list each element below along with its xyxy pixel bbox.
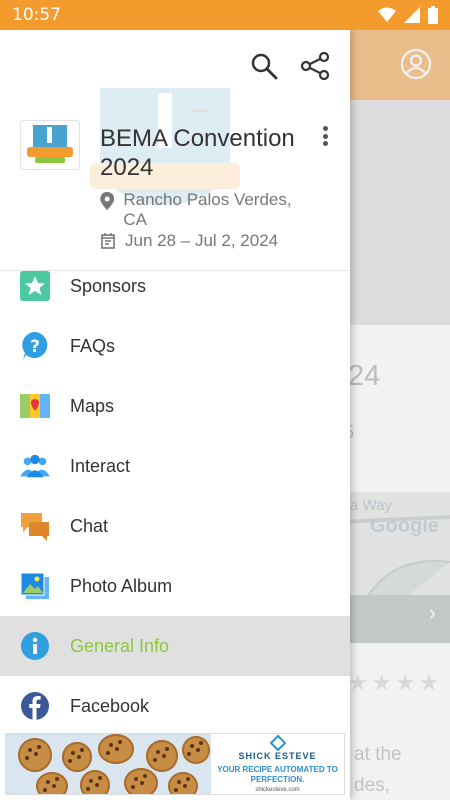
event-location-text: Rancho Palos Verdes, CA: [123, 190, 292, 229]
battery-icon: [428, 6, 438, 24]
chat-icon: [20, 511, 50, 541]
question-icon: ?: [20, 331, 50, 361]
signal-icon: [404, 7, 420, 23]
people-icon: [20, 451, 50, 481]
menu-item-maps[interactable]: Maps: [0, 376, 350, 436]
event-dates-text: Jun 28 – Jul 2, 2024: [125, 231, 279, 250]
map-icon: [20, 391, 50, 421]
menu-item-label: Photo Album: [70, 575, 173, 596]
menu-item-sponsors[interactable]: Sponsors: [0, 256, 350, 316]
menu-item-interact[interactable]: Interact: [0, 436, 350, 496]
status-bar: 10:57: [0, 0, 450, 30]
menu-item-photo-album[interactable]: Photo Album: [0, 556, 350, 616]
wifi-icon: [378, 7, 396, 22]
ad-banner[interactable]: SHICK ESTEVE YOUR RECIPE AUTOMATED TO PE…: [5, 733, 345, 795]
menu-item-general-info[interactable]: General Info: [0, 616, 350, 676]
navigation-drawer: BEMA Convention 2024 Rancho Palos Verdes…: [0, 30, 350, 800]
ad-tagline: YOUR RECIPE AUTOMATED TO PERFECTION.: [217, 765, 338, 784]
menu-item-label: General Info: [70, 635, 170, 656]
info-icon: [20, 631, 50, 661]
status-time: 10:57: [12, 5, 61, 25]
menu-item-label: Chat: [70, 515, 109, 536]
menu-item-facebook[interactable]: Facebook: [0, 676, 350, 736]
menu-item-label: FAQs: [70, 335, 116, 356]
search-icon[interactable]: [250, 52, 278, 80]
event-location: Rancho Palos Verdes, CA: [100, 190, 300, 230]
event-title: BEMA Convention 2024: [100, 125, 295, 181]
menu-item-label: Sponsors: [70, 275, 147, 296]
menu-item-label: Maps: [70, 395, 115, 416]
menu-item-label: Interact: [70, 455, 131, 476]
share-icon[interactable]: [300, 52, 330, 80]
photo-icon: [20, 571, 50, 601]
menu-item-faqs[interactable]: ? FAQs: [0, 316, 350, 376]
drawer-menu: Sponsors ? FAQs Maps Interact Chat Photo…: [0, 256, 350, 736]
drawer-header: BEMA Convention 2024 Rancho Palos Verdes…: [0, 30, 350, 271]
menu-item-label: Facebook: [70, 695, 150, 716]
calendar-icon: [101, 233, 115, 249]
event-dates: Jun 28 – Jul 2, 2024: [100, 231, 278, 251]
event-logo: [20, 120, 80, 170]
svg-text:?: ?: [30, 337, 40, 357]
location-pin-icon: [100, 192, 115, 210]
star-icon: [20, 271, 50, 301]
ad-image: [6, 734, 211, 794]
ad-brand: SHICK ESTEVE: [238, 751, 317, 761]
ad-url: shickesteve.com: [255, 787, 300, 793]
more-options-icon[interactable]: [316, 124, 334, 148]
facebook-icon: [20, 691, 50, 721]
ad-text-panel: SHICK ESTEVE YOUR RECIPE AUTOMATED TO PE…: [211, 734, 344, 794]
menu-item-chat[interactable]: Chat: [0, 496, 350, 556]
brand-logo-icon: [269, 735, 286, 751]
